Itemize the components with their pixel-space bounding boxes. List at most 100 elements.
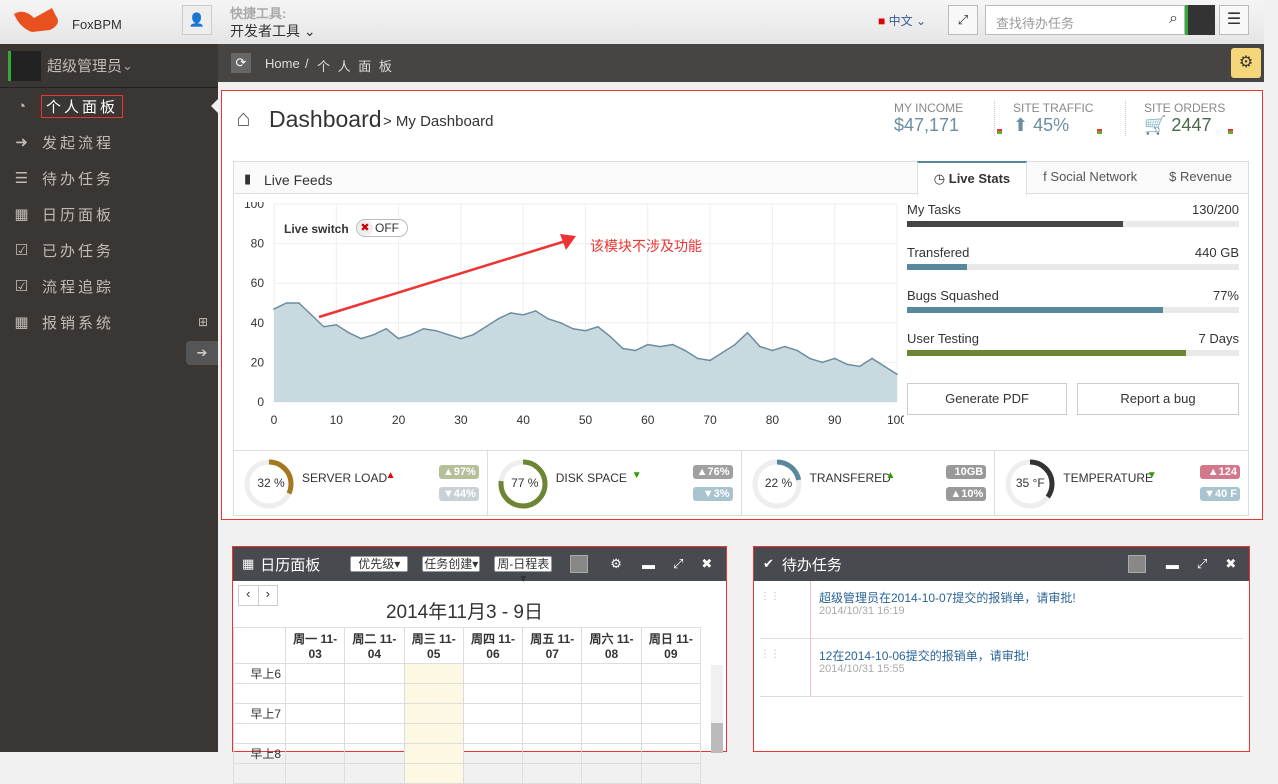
calendar-slot[interactable]: [462, 763, 524, 784]
data-point: [435, 329, 437, 332]
calendar-slot[interactable]: [522, 743, 583, 764]
search-icon[interactable]: ⌕: [1169, 10, 1178, 28]
report-bug-button[interactable]: Report a bug: [1077, 383, 1239, 415]
close-icon[interactable]: ✖: [1225, 556, 1236, 572]
hour-label: 早上7: [233, 703, 286, 724]
sidebar-item-4[interactable]: ☑ 已办任务: [0, 232, 218, 268]
x-tick-label: 70: [703, 413, 717, 427]
data-point: [597, 325, 599, 328]
minimize-icon[interactable]: ▬: [642, 557, 655, 572]
calendar-slot[interactable]: [581, 683, 642, 704]
sidebar-item-5[interactable]: ☑ 流程追踪: [0, 268, 218, 304]
calendar-slot[interactable]: [522, 703, 583, 724]
calendar-slot[interactable]: [581, 743, 642, 764]
data-point: [572, 327, 574, 330]
calendar-slot[interactable]: [403, 683, 464, 704]
tab-0[interactable]: ◷ Live Stats: [916, 161, 1028, 196]
todo-item[interactable]: ⋮⋮ 12在2014-10-06提交的报销单，请审批! 2014/10/31 15:…: [760, 639, 1243, 697]
calendar-slot[interactable]: [344, 703, 405, 724]
fullscreen-button[interactable]: ⤢: [948, 5, 978, 35]
data-point: [422, 327, 425, 330]
calendar-slot[interactable]: [640, 683, 702, 704]
calendar-slot[interactable]: [522, 663, 583, 684]
page-subtitle: > My Dashboard: [383, 113, 494, 130]
calendar-slot[interactable]: [640, 663, 702, 684]
user-avatar[interactable]: [1185, 5, 1215, 35]
tab-1[interactable]: f Social Network: [1027, 161, 1153, 196]
calendar-slot[interactable]: [344, 723, 405, 744]
calendar-slot[interactable]: [403, 763, 464, 784]
calendar-slot[interactable]: [462, 683, 524, 704]
close-icon[interactable]: ✖: [701, 556, 712, 572]
calendar-slot[interactable]: [581, 763, 642, 784]
quick-tools-dropdown[interactable]: 开发者工具 ⌄: [230, 21, 316, 41]
sidebar-item-2[interactable]: ☰ 待办任务: [0, 160, 218, 196]
search-input[interactable]: 查找待办任务 ⌕: [985, 5, 1185, 35]
calendar-slot[interactable]: [522, 723, 583, 744]
page-scrollbar[interactable]: [1264, 0, 1278, 752]
expand-icon[interactable]: ⊞: [198, 315, 211, 329]
calendar-slot[interactable]: [284, 683, 346, 704]
settings-gear-button[interactable]: ⚙: [1231, 48, 1261, 78]
app-name: FoxBPM: [72, 17, 122, 32]
calendar-slot[interactable]: [344, 683, 405, 704]
calendar-slot[interactable]: [640, 743, 702, 764]
minimize-icon[interactable]: ▬: [1166, 557, 1179, 572]
calendar-slot[interactable]: [640, 723, 702, 744]
calendar-slot[interactable]: [462, 703, 524, 724]
calendar-slot[interactable]: [284, 663, 346, 684]
calendar-slot[interactable]: [640, 763, 702, 784]
calendar-slot[interactable]: [522, 683, 583, 704]
calendar-slot[interactable]: [462, 723, 524, 744]
calendar-slot[interactable]: [344, 663, 405, 684]
calendar-slot[interactable]: [403, 743, 464, 764]
sidebar-item-1[interactable]: ➜ 发起流程: [0, 124, 218, 160]
calendar-filter-dropdown[interactable]: 周-日程表▾: [494, 556, 553, 585]
stat-icon: ⬆: [1013, 115, 1034, 135]
calendar-filter-dropdown[interactable]: 任务创建▾: [422, 556, 481, 572]
calendar-slot[interactable]: [640, 703, 702, 724]
expand-icon[interactable]: ⤢: [673, 556, 683, 572]
x-tick-label: 80: [766, 413, 780, 427]
data-point: [634, 349, 637, 352]
breadcrumb-home[interactable]: Home: [265, 56, 300, 71]
calendar-slot[interactable]: [581, 723, 642, 744]
calendar-slot[interactable]: [284, 723, 346, 744]
tab-2[interactable]: $ Revenue: [1153, 161, 1248, 196]
refresh-icon[interactable]: ⟳: [231, 53, 251, 73]
generate-pdf-button[interactable]: Generate PDF: [907, 383, 1067, 415]
calendar-slot[interactable]: [284, 703, 346, 724]
stat-progress: Bugs Squashed 77%: [907, 288, 1239, 331]
gear-icon[interactable]: ⚙: [610, 556, 622, 572]
calendar-slot[interactable]: [284, 743, 346, 764]
data-point: [460, 337, 462, 340]
drag-handle-icon[interactable]: ⋮⋮: [760, 649, 780, 660]
calendar-slot[interactable]: [403, 723, 464, 744]
check-icon: ✔: [763, 556, 774, 571]
calendar-scrollbar[interactable]: [711, 665, 723, 753]
sidebar-item-0[interactable]: ◔ 个人面板: [0, 88, 218, 124]
calendar-slot[interactable]: [581, 663, 642, 684]
calendar-filter-dropdown[interactable]: 优先级▾: [350, 556, 409, 572]
calendar-slot[interactable]: [344, 763, 405, 784]
sidebar-item-6[interactable]: ▦ 报销系统 ⊞: [0, 304, 218, 340]
calendar-slot[interactable]: [581, 703, 642, 724]
calendar-slot[interactable]: [403, 663, 464, 684]
calendar-slot[interactable]: [462, 743, 524, 764]
calendar-slot[interactable]: [403, 703, 464, 724]
calendar-slot[interactable]: [344, 743, 405, 764]
color-picker-button[interactable]: [1127, 555, 1146, 573]
user-avatar-button[interactable]: 👤: [182, 5, 212, 35]
language-dropdown[interactable]: ■ 中文 ⌄: [878, 12, 926, 29]
collapse-sidebar-button[interactable]: ➔: [186, 341, 218, 365]
todo-item[interactable]: ⋮⋮ 超级管理员在2014-10-07提交的报销单，请审批! 2014/10/31 …: [760, 581, 1243, 639]
calendar-slot[interactable]: [522, 763, 583, 784]
calendar-slot[interactable]: [284, 763, 346, 784]
color-picker-button[interactable]: [570, 555, 589, 573]
calendar-slot[interactable]: [462, 663, 524, 684]
sidebar-item-3[interactable]: ▦ 日历面板: [0, 196, 218, 232]
expand-icon[interactable]: ⤢: [1197, 556, 1207, 572]
user-menu[interactable]: 超级管理员 ⌄: [0, 44, 218, 88]
menu-icon[interactable]: ☰: [1219, 5, 1249, 35]
drag-handle-icon[interactable]: ⋮⋮: [760, 591, 780, 602]
